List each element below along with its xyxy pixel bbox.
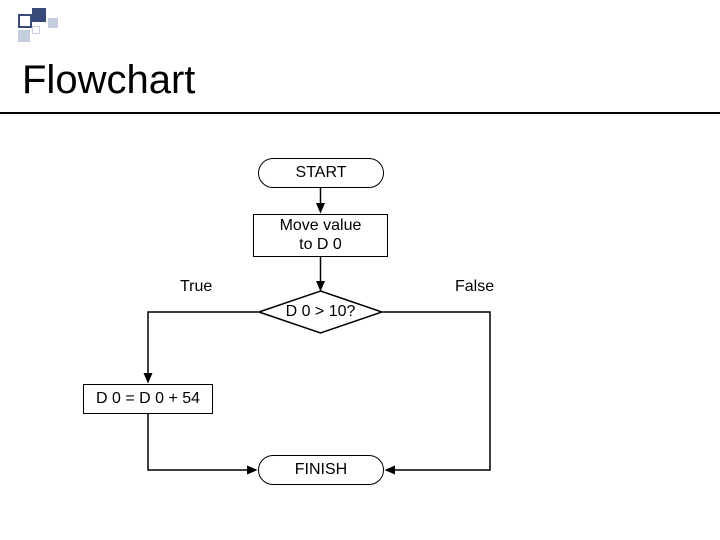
- node-start: START: [258, 158, 384, 188]
- node-start-label: START: [296, 164, 347, 182]
- node-finish-label: FINISH: [295, 461, 347, 479]
- node-decision: D 0 > 10?: [258, 290, 383, 334]
- node-move: Move value to D 0: [253, 214, 388, 257]
- node-finish: FINISH: [258, 455, 384, 485]
- node-decision-label: D 0 > 10?: [286, 303, 356, 321]
- node-process-true-label: D 0 = D 0 + 54: [96, 390, 200, 408]
- label-false: False: [455, 278, 494, 296]
- label-true: True: [180, 278, 212, 296]
- node-move-label: Move value to D 0: [280, 217, 362, 254]
- node-process-true: D 0 = D 0 + 54: [83, 384, 213, 414]
